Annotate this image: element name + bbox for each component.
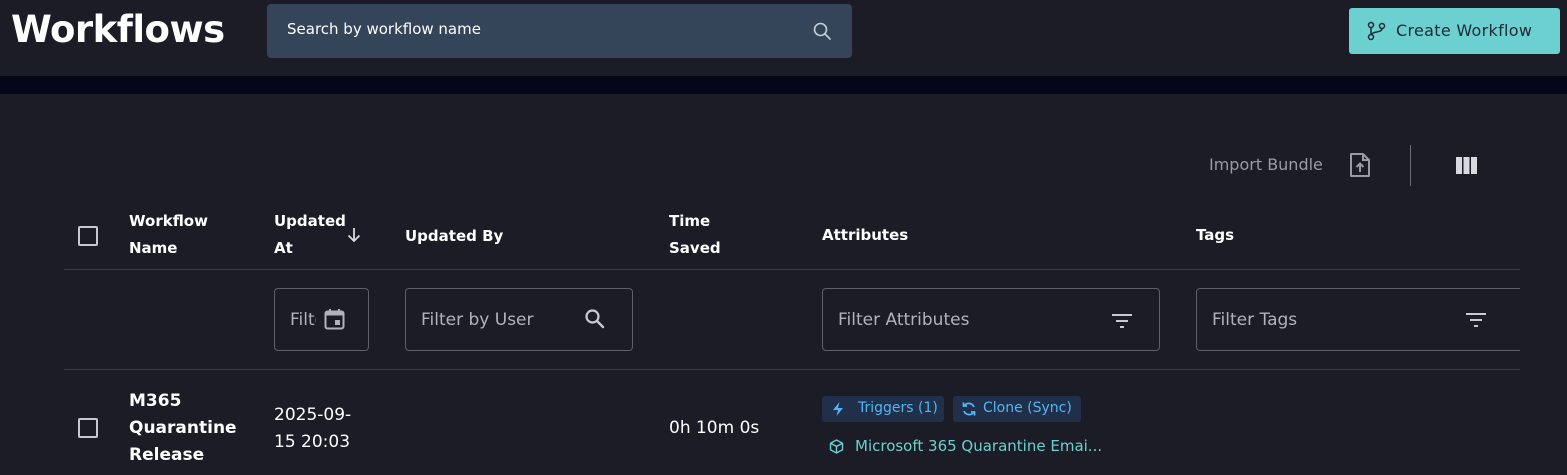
triggers-chip[interactable]: Triggers (1) — [822, 396, 944, 422]
clone-sync-chip-label: Clone (Sync) — [983, 400, 1072, 416]
search-placeholder: Search by workflow name — [287, 20, 481, 38]
user-filter-input[interactable]: Filter by User — [405, 288, 633, 351]
column-header-label: Time — [669, 212, 711, 230]
date-filter-placeholder: Filter — [290, 310, 316, 330]
column-header-label: Workflow — [129, 212, 208, 230]
row-checkbox[interactable] — [78, 418, 98, 438]
page-title: Workflows — [11, 8, 225, 51]
lightning-icon — [833, 402, 843, 416]
search-input[interactable]: Search by workflow name — [267, 4, 852, 58]
column-header-workflow-name[interactable]: Workflow Name — [129, 208, 208, 262]
column-header-updated-by[interactable]: Updated By — [405, 223, 503, 250]
filter-row-separator — [64, 369, 1520, 370]
file-upload-icon[interactable] — [1348, 152, 1372, 178]
view-columns-icon[interactable] — [1455, 156, 1478, 175]
attributes-filter-input[interactable]: Filter Attributes — [822, 288, 1160, 351]
column-header-label: Saved — [669, 239, 721, 257]
header-divider-band — [0, 76, 1567, 94]
column-header-label: Updated — [274, 212, 346, 230]
tags-filter-input[interactable]: Filter Tags — [1196, 288, 1520, 351]
workflow-name-line: Release — [129, 445, 205, 465]
column-header-label: At — [274, 239, 293, 257]
workflow-name-line: Quarantine — [129, 418, 237, 438]
workflow-name-line: M365 — [129, 391, 182, 411]
column-header-time-saved[interactable]: Time Saved — [669, 208, 721, 262]
create-workflow-label: Create Workflow — [1396, 21, 1533, 40]
updated-at-line: 2025-09- — [274, 405, 352, 425]
attributes-filter-placeholder: Filter Attributes — [838, 310, 970, 330]
select-all-checkbox[interactable] — [78, 226, 98, 246]
calendar-icon[interactable] — [324, 308, 345, 330]
column-header-tags[interactable]: Tags — [1196, 222, 1234, 249]
updated-at-cell: 2025-09- 15 20:03 — [274, 402, 351, 456]
sync-icon — [962, 402, 976, 416]
triggers-chip-label: Triggers (1) — [858, 400, 938, 416]
user-filter-placeholder: Filter by User — [421, 310, 534, 330]
search-icon[interactable] — [812, 21, 832, 41]
top-bar: Workflows Search by workflow name Create… — [0, 0, 1567, 76]
branch-icon — [1367, 21, 1386, 41]
updated-at-line: 15 20:03 — [274, 432, 351, 452]
filter-icon[interactable] — [1465, 312, 1487, 328]
filter-icon[interactable] — [1111, 313, 1133, 329]
column-header-updated-at[interactable]: Updated At — [274, 208, 346, 262]
tags-filter-placeholder: Filter Tags — [1212, 310, 1298, 330]
create-workflow-button[interactable]: Create Workflow — [1349, 8, 1560, 54]
import-bundle-button[interactable]: Import Bundle — [1209, 155, 1323, 174]
date-filter-input[interactable]: Filter — [274, 288, 369, 351]
bundle-link-label: Microsoft 365 Quarantine Emai... — [855, 437, 1103, 455]
column-header-attributes[interactable]: Attributes — [822, 222, 908, 249]
toolbar-divider — [1410, 145, 1411, 186]
sort-descending-icon[interactable] — [345, 226, 363, 244]
cube-icon — [829, 439, 844, 454]
search-icon[interactable] — [584, 308, 606, 330]
column-header-label: Name — [129, 239, 178, 257]
clone-sync-chip[interactable]: Clone (Sync) — [953, 396, 1081, 422]
workflow-name-cell[interactable]: M365 Quarantine Release — [129, 388, 237, 469]
header-separator — [64, 269, 1520, 270]
time-saved-cell: 0h 10m 0s — [669, 418, 760, 438]
